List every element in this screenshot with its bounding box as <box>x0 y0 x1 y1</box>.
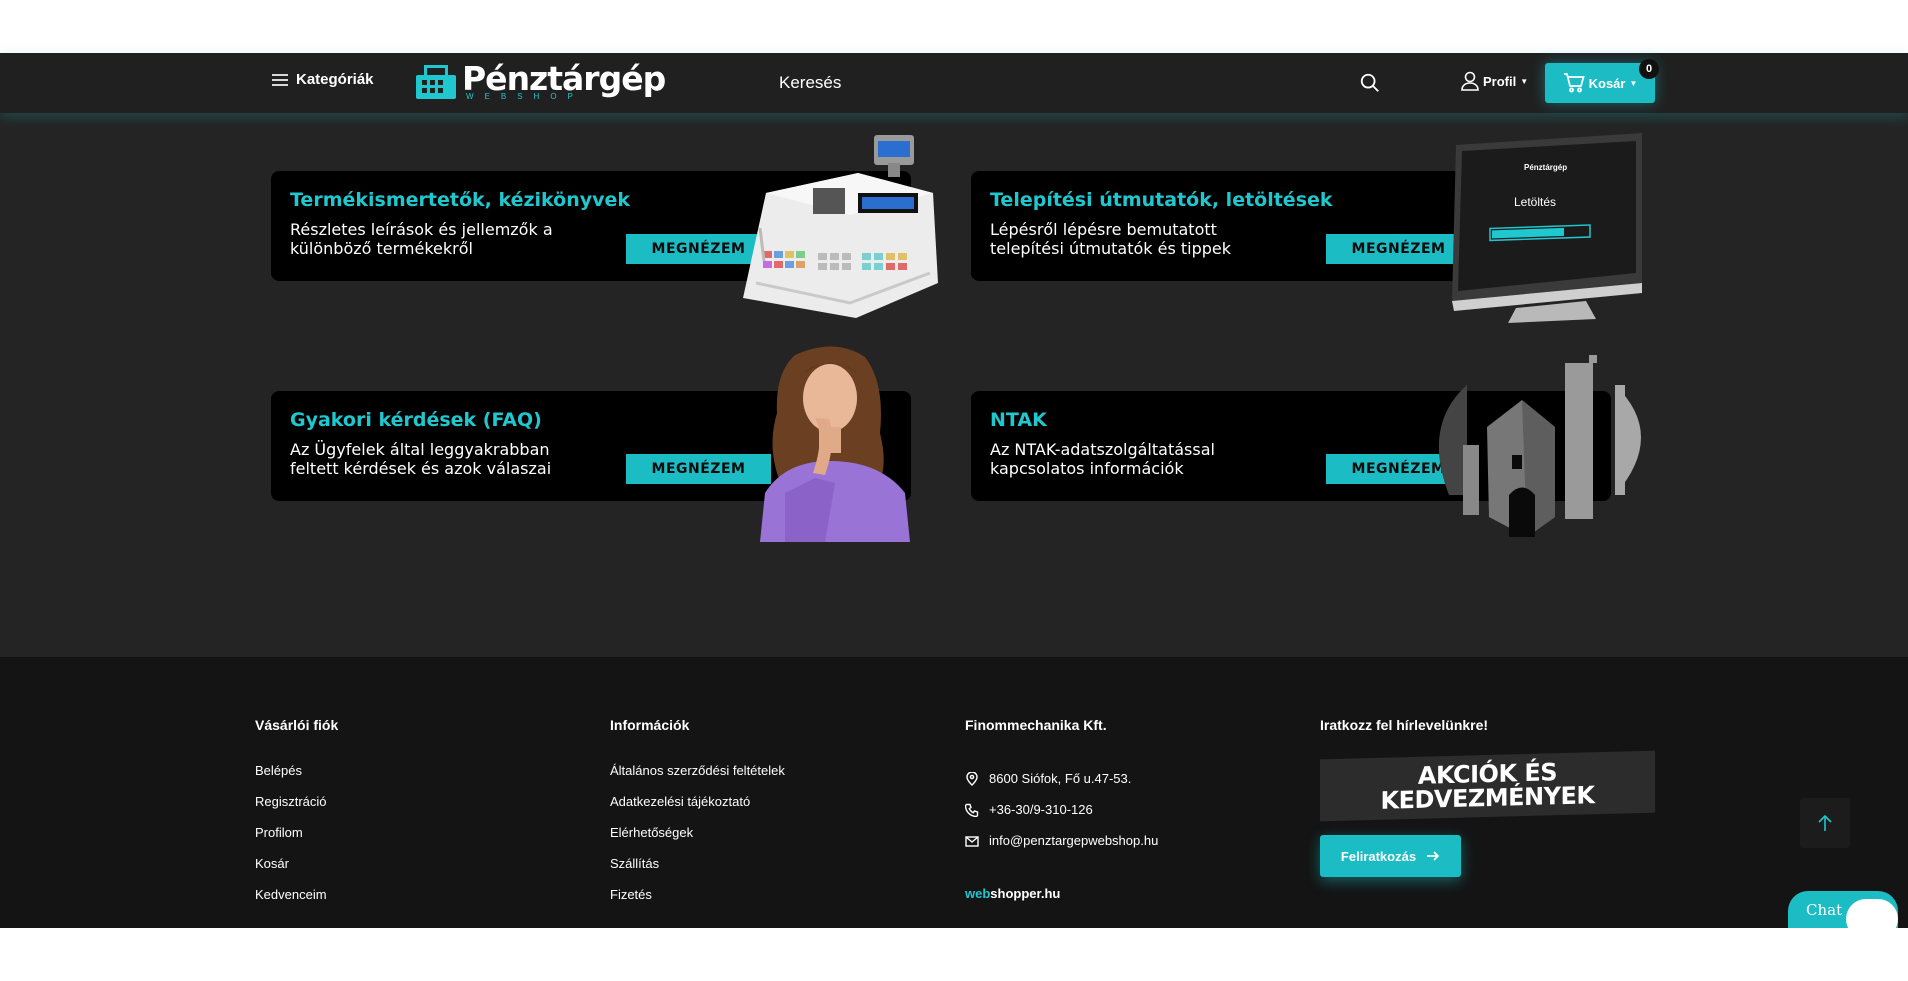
footer-heading: Vásárlói fiók <box>255 717 339 733</box>
card-title: Telepítési útmutatók, letöltések <box>990 189 1333 211</box>
footer-link-profile[interactable]: Profilom <box>255 825 338 856</box>
phone-icon <box>965 803 979 817</box>
footer-email[interactable]: info@penztargepwebshop.hu <box>965 825 1158 856</box>
footer-heading: Finommechanika Kft. <box>965 717 1107 733</box>
categories-label: Kategóriák <box>296 71 374 88</box>
view-button[interactable]: MEGNÉZEM <box>626 454 771 484</box>
screen-logo: Pénztárgép <box>1524 163 1568 172</box>
cart-icon <box>1563 73 1585 93</box>
footer-link-contacts[interactable]: Elérhetőségek <box>610 825 785 856</box>
cash-register-logo-icon <box>416 64 456 99</box>
webshopper-link[interactable]: webshopper.hu <box>965 886 1158 901</box>
subscribe-button[interactable]: Feliratkozás <box>1320 835 1461 877</box>
mail-icon <box>965 835 979 847</box>
menu-icon <box>272 73 288 86</box>
footer-heading: Információk <box>610 717 690 733</box>
scroll-to-top-button[interactable] <box>1800 798 1850 848</box>
logo-title: Pénztárgép <box>462 59 666 98</box>
top-white-strip <box>0 0 1908 53</box>
thinking-woman-image <box>760 346 910 542</box>
cart-label: Kosár <box>1588 75 1626 91</box>
profile-label: Profil <box>1483 73 1517 89</box>
footer-company-column: Finommechanika Kft. 8600 Siófok, Fő u.47… <box>965 717 1158 901</box>
card-description: Az NTAK-adatszolgáltatással kapcsolatos … <box>990 440 1215 478</box>
card-title: Gyakori kérdések (FAQ) <box>290 409 542 431</box>
chat-label: Chat <box>1806 901 1843 919</box>
cash-register-image <box>743 135 938 318</box>
monitor-image: Pénztárgép Letöltés <box>1446 133 1646 323</box>
footer-link-login[interactable]: Belépés <box>255 763 338 794</box>
chevron-down-icon: ▼ <box>1629 78 1638 88</box>
location-pin-icon <box>966 771 978 786</box>
categories-button[interactable]: Kategóriák <box>272 71 374 88</box>
search-icon[interactable] <box>1359 72 1381 94</box>
user-icon <box>1461 71 1479 91</box>
card-description: Lépésről lépésre bemutatott telepítési ú… <box>990 220 1232 258</box>
chat-bubble-icon <box>1846 899 1898 928</box>
profile-button[interactable]: Profil ▼ <box>1461 71 1528 91</box>
promo-banner: AKCIÓK ÉS KEDVEZMÉNYEK <box>1320 750 1655 822</box>
chat-button[interactable]: Chat <box>1788 891 1898 928</box>
card-description: Részletes leírások és jellemzők a különb… <box>290 220 553 258</box>
footer-info-column: Információk Általános szerződési feltéte… <box>610 717 785 918</box>
site-header: Kategóriák Pénztárgép WEBSHOP Keresés Pr… <box>0 53 1908 113</box>
logo-subtitle: WEBSHOP <box>466 92 584 101</box>
card-description: Az Ügyfelek által leggyakrabban feltett … <box>290 440 552 478</box>
card-title: NTAK <box>990 409 1047 431</box>
search-input[interactable]: Keresés <box>779 73 841 93</box>
chevron-down-icon: ▼ <box>1520 76 1529 86</box>
footer-link-register[interactable]: Regisztráció <box>255 794 338 825</box>
footer-account-column: Vásárlói fiók Belépés Regisztráció Profi… <box>255 717 338 918</box>
footer-address: 8600 Siófok, Fő u.47-53. <box>965 763 1158 794</box>
arrow-up-icon <box>1818 814 1832 831</box>
screen-download-text: Letöltés <box>1514 195 1557 209</box>
footer-link-shipping[interactable]: Szállítás <box>610 856 785 887</box>
ntak-logo-image <box>1438 355 1641 537</box>
cart-count-badge: 0 <box>1639 59 1659 79</box>
footer-link-terms[interactable]: Általános szerződési feltételek <box>610 763 785 794</box>
bottom-white-strip <box>0 928 1908 981</box>
page-body: Kategóriák Pénztárgép WEBSHOP Keresés Pr… <box>0 53 1908 928</box>
footer-link-favorites[interactable]: Kedvenceim <box>255 887 338 918</box>
footer-phone[interactable]: +36-30/9-310-126 <box>965 794 1158 825</box>
site-logo[interactable]: Pénztárgép WEBSHOP <box>416 59 666 101</box>
card-title: Termékismertetők, kézikönyvek <box>290 189 631 211</box>
arrow-right-icon <box>1427 851 1440 861</box>
footer-link-privacy[interactable]: Adatkezelési tájékoztató <box>610 794 785 825</box>
footer-link-cart[interactable]: Kosár <box>255 856 338 887</box>
footer-link-payment[interactable]: Fizetés <box>610 887 785 918</box>
footer-heading: Iratkozz fel hírlevelünkre! <box>1320 717 1489 733</box>
site-footer: Vásárlói fiók Belépés Regisztráció Profi… <box>0 657 1908 928</box>
